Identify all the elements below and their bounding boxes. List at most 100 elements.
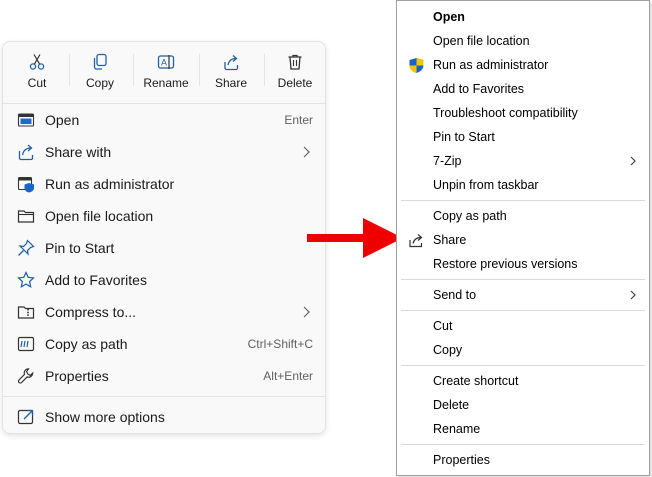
modern-context-menu: Cut Copy A Rename Share Delete Open Ente… [2,41,326,434]
open-app-icon [17,113,35,127]
folder-icon [17,210,35,223]
modern-menu-toolbar: Cut Copy A Rename Share Delete [3,42,325,102]
menu-divider [401,365,645,366]
classic-item-open[interactable]: Open [399,5,647,29]
menu-item-label: Add to Favorites [433,82,525,96]
menu-item-label: Restore previous versions [433,257,578,271]
rename-icon: A [157,55,175,69]
menu-item-label: Run as administrator [433,58,549,72]
menu-divider [401,310,645,311]
menu-item-share-with[interactable]: Share with [7,137,323,167]
rename-button[interactable]: A Rename [136,48,196,98]
menu-divider [401,200,645,201]
external-icon [17,409,34,425]
classic-item-create-shortcut[interactable]: Create shortcut [399,369,647,393]
pin-icon [18,239,35,256]
menu-item-properties[interactable]: Properties Alt+Enter [7,361,323,391]
copy-button[interactable]: Copy [70,48,130,98]
menu-item-label: Properties [45,368,109,384]
menu-item-label: Copy [433,343,463,357]
menu-item-label: Open [433,10,465,24]
chevron-right-icon [630,290,636,300]
menu-item-label: Create shortcut [433,374,519,388]
menu-item-label: Run as administrator [45,176,175,192]
svg-text:A: A [161,58,167,68]
chevron-right-icon [630,156,636,166]
copy-label: Copy [85,76,114,90]
menu-item-label: Copy as path [433,209,507,223]
menu-item-label: Show more options [45,409,165,425]
shortcut-text: Ctrl+Shift+C [247,337,313,351]
menu-item-label: Cut [433,319,453,333]
menu-item-label: Open file location [45,208,154,224]
cut-label: Cut [27,76,47,90]
classic-item-properties[interactable]: Properties [399,448,647,472]
cut-icon [29,54,45,70]
classic-item-copy-as-path[interactable]: Copy as path [399,204,647,228]
chevron-right-icon [303,146,310,158]
menu-item-open-file-location[interactable]: Open file location [7,201,323,231]
cut-button[interactable]: Cut [7,48,67,98]
menu-item-label: Unpin from taskbar [433,178,539,192]
classic-context-menu: Open Open file location Run as administr… [396,0,650,476]
menu-item-label: Pin to Start [433,130,495,144]
menu-item-copy-as-path[interactable]: Copy as path Ctrl+Shift+C [7,329,323,359]
delete-label: Delete [277,76,313,90]
toolbar-divider [133,54,134,86]
wrench-icon [17,368,34,384]
copy-icon [93,53,107,70]
menu-item-label: Open [45,112,80,128]
classic-item-add-to-favorites[interactable]: Add to Favorites [399,77,647,101]
menu-item-label: Troubleshoot compatibility [433,106,578,120]
star-icon [17,271,35,288]
menu-divider [3,103,325,104]
classic-item-rename[interactable]: Rename [399,417,647,441]
share-button[interactable]: Share [201,48,261,98]
classic-item-7zip[interactable]: 7-Zip [399,149,647,173]
classic-item-cut[interactable]: Cut [399,314,647,338]
menu-item-label: Delete [433,398,470,412]
menu-item-label: Share [433,233,467,247]
classic-item-delete[interactable]: Delete [399,393,647,417]
copy-path-icon [17,336,35,352]
classic-item-unpin-from-taskbar[interactable]: Unpin from taskbar [399,173,647,197]
toolbar-divider [199,54,200,86]
share-icon [409,234,423,248]
share-with-icon [18,144,34,161]
menu-item-label: Compress to... [45,304,137,320]
menu-item-open[interactable]: Open Enter [7,105,323,135]
menu-item-label: Send to [433,288,477,302]
shield-icon [17,176,34,193]
menu-item-label: 7-Zip [433,154,462,168]
menu-item-label: Rename [433,422,481,436]
classic-item-pin-to-start[interactable]: Pin to Start [399,125,647,149]
menu-item-show-more-options[interactable]: Show more options [7,402,323,432]
share-label: Share [214,76,248,90]
menu-item-run-as-administrator[interactable]: Run as administrator [7,169,323,199]
classic-item-open-file-location[interactable]: Open file location [399,29,647,53]
menu-item-label: Add to Favorites [45,272,147,288]
menu-item-add-to-favorites[interactable]: Add to Favorites [7,265,323,295]
menu-item-label: Copy as path [45,336,128,352]
share-icon [224,55,239,71]
delete-icon [288,54,302,70]
menu-item-label: Share with [45,144,112,160]
classic-item-send-to[interactable]: Send to [399,283,647,307]
red-arrow-icon [307,218,403,258]
menu-item-label: Open file location [433,34,530,48]
classic-item-run-as-administrator[interactable]: Run as administrator [399,53,647,77]
menu-item-pin-to-start[interactable]: Pin to Start [7,233,323,263]
rename-label: Rename [143,76,189,90]
menu-divider [3,396,325,397]
classic-item-troubleshoot-compatibility[interactable]: Troubleshoot compatibility [399,101,647,125]
menu-divider [401,279,645,280]
classic-item-restore-previous-versions[interactable]: Restore previous versions [399,252,647,276]
shortcut-text: Alt+Enter [263,369,313,383]
menu-item-label: Pin to Start [45,240,115,256]
menu-item-label: Properties [433,453,490,467]
menu-item-compress-to[interactable]: Compress to... [7,297,323,327]
delete-button[interactable]: Delete [265,48,325,98]
classic-item-share[interactable]: Share [399,228,647,252]
chevron-right-icon [303,306,310,318]
classic-item-copy[interactable]: Copy [399,338,647,362]
